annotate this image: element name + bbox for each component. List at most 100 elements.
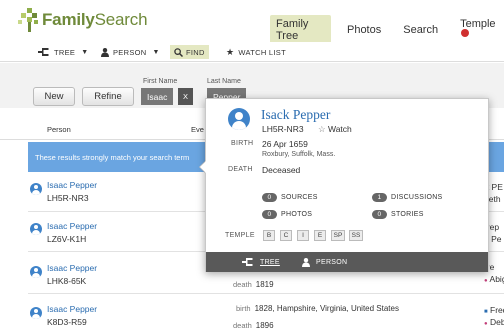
ordinance-initiatory[interactable]: I [297, 230, 309, 241]
discussions-label: DISCUSSIONS [391, 194, 443, 201]
pedigree-icon [242, 258, 253, 266]
sources-badge: 0 [262, 193, 277, 202]
ordinance-sealing-parents[interactable]: SP [331, 230, 345, 241]
temple-label: TEMPLE [225, 232, 255, 239]
discussions-count[interactable]: 1 DISCUSSIONS [372, 193, 443, 202]
female-marker-icon: ● [484, 278, 488, 284]
ordinance-baptism[interactable]: B [263, 230, 275, 241]
familysearch-logo[interactable]: FamilySearch [18, 8, 148, 32]
birth-label: birth [236, 304, 251, 313]
sources-label: SOURCES [281, 194, 318, 201]
temple-alert-icon [461, 29, 470, 37]
popover-tree-label: TREE [260, 258, 280, 266]
new-search-button[interactable]: New [33, 87, 75, 106]
chevron-down-icon: ▼ [81, 48, 89, 56]
family-tree-subnav: TREE ▼ PERSON ▼ FIND ★ WATCH LIST [0, 42, 504, 62]
person-icon [302, 258, 310, 267]
death-event: death 1896 [233, 321, 274, 330]
first-name-chip: Isaac [141, 88, 174, 105]
search-icon [174, 47, 183, 57]
nav-temple[interactable]: Temple [454, 15, 504, 45]
subnav-tree[interactable]: TREE ▼ [34, 45, 92, 59]
male-marker-icon: ■ [484, 309, 488, 315]
subnav-tree-label: TREE [54, 47, 76, 57]
person-name-link[interactable]: Isaac Pepper [47, 180, 97, 190]
nav-family-tree[interactable]: Family Tree [270, 15, 331, 45]
relative-link[interactable]: ■ Frederick [484, 305, 504, 315]
person-icon [101, 47, 109, 57]
person-id: LHK8-65K [47, 276, 87, 286]
watch-button[interactable]: ☆ Watch [318, 124, 352, 135]
popover-person-label: PERSON [316, 259, 348, 266]
popover-arrow-fill [200, 161, 206, 173]
male-avatar-icon [30, 307, 42, 319]
relative-name: Abigail Fo [489, 274, 504, 284]
last-name-label: Last Name [207, 78, 241, 85]
subnav-person[interactable]: PERSON ▼ [97, 45, 164, 59]
person-id: LZ6V-K1H [47, 234, 87, 244]
nav-photos[interactable]: Photos [341, 21, 387, 39]
birth-value: 1828, Hampshire, Virginia, United States [254, 304, 399, 313]
discussions-badge: 1 [372, 193, 387, 202]
photos-badge: 0 [262, 210, 277, 219]
column-person[interactable]: Person [47, 125, 71, 134]
person-name-link[interactable]: Isaac Pepper [47, 221, 97, 231]
birth-date: 26 Apr 1659 [262, 139, 308, 149]
person-name-link[interactable]: Isaac Pepper [47, 304, 97, 314]
birth-label: BIRTH [231, 140, 254, 147]
photos-label: PHOTOS [281, 211, 313, 218]
nav-search[interactable]: Search [397, 21, 444, 39]
death-value: Deceased [262, 165, 301, 175]
popover-footer: TREE PERSON [206, 252, 488, 272]
subnav-person-label: PERSON [113, 47, 147, 57]
pedigree-icon [38, 48, 49, 56]
subnav-find[interactable]: FIND [170, 45, 209, 59]
sources-count[interactable]: 0 SOURCES [262, 193, 318, 202]
male-avatar-icon [228, 108, 250, 130]
popover-person-link[interactable]: PERSON [302, 258, 347, 267]
subnav-find-label: FIND [186, 47, 205, 57]
subnav-watch-list[interactable]: ★ WATCH LIST [222, 45, 290, 59]
stories-badge: 0 [372, 210, 387, 219]
ordinance-confirmation[interactable]: C [280, 230, 292, 241]
chevron-down-icon: ▼ [152, 48, 160, 56]
popover-person-name[interactable]: Isack Pepper [261, 107, 330, 123]
first-name-label: First Name [143, 78, 178, 85]
star-outline-icon: ☆ [318, 124, 326, 134]
person-name-link[interactable]: Isaac Pepper [47, 263, 97, 273]
male-avatar-icon [30, 183, 42, 195]
refine-search-button[interactable]: Refine [82, 87, 134, 106]
popover-tree-link[interactable]: TREE [242, 258, 280, 266]
watch-label: Watch [328, 124, 352, 134]
relative-name: Deborah [490, 317, 504, 327]
death-label: death [233, 280, 252, 289]
death-label: death [233, 321, 252, 330]
app-header: FamilySearch Family Tree Photos Search T… [0, 0, 504, 46]
ordinance-sealing-spouse[interactable]: SS [349, 230, 363, 241]
relative-name: Frederick [490, 305, 504, 315]
column-events[interactable]: Eve [191, 125, 204, 134]
relative-link[interactable]: ● Abigail Fo [484, 274, 504, 284]
birth-place: Roxbury, Suffolk, Mass. [262, 151, 336, 158]
death-label: DEATH [228, 166, 253, 173]
person-id: LH5R-NR3 [47, 193, 89, 203]
stories-label: STORIES [391, 211, 424, 218]
remove-first-name-button[interactable]: X [178, 88, 194, 105]
female-marker-icon: ● [484, 321, 488, 327]
stories-count[interactable]: 0 STORIES [372, 210, 424, 219]
photos-count[interactable]: 0 PHOTOS [262, 210, 312, 219]
death-value: 1819 [255, 280, 274, 289]
relative-link[interactable]: ● Deborah [484, 317, 504, 327]
family-tree-logo-icon [18, 8, 40, 32]
death-event: death 1819 [233, 280, 274, 289]
ordinance-endowment[interactable]: E [314, 230, 326, 241]
male-avatar-icon [30, 223, 42, 235]
death-value: 1896 [255, 321, 274, 330]
popover-person-id: LH5R-NR3 [262, 124, 304, 134]
logo-text: FamilySearch [42, 10, 148, 29]
subnav-watch-list-label: WATCH LIST [238, 47, 286, 57]
top-navigation: Family Tree Photos Search Temple [270, 15, 504, 45]
male-avatar-icon [30, 266, 42, 278]
birth-event: birth 1828, Hampshire, Virginia, United S… [236, 304, 399, 313]
star-icon: ★ [226, 46, 235, 57]
